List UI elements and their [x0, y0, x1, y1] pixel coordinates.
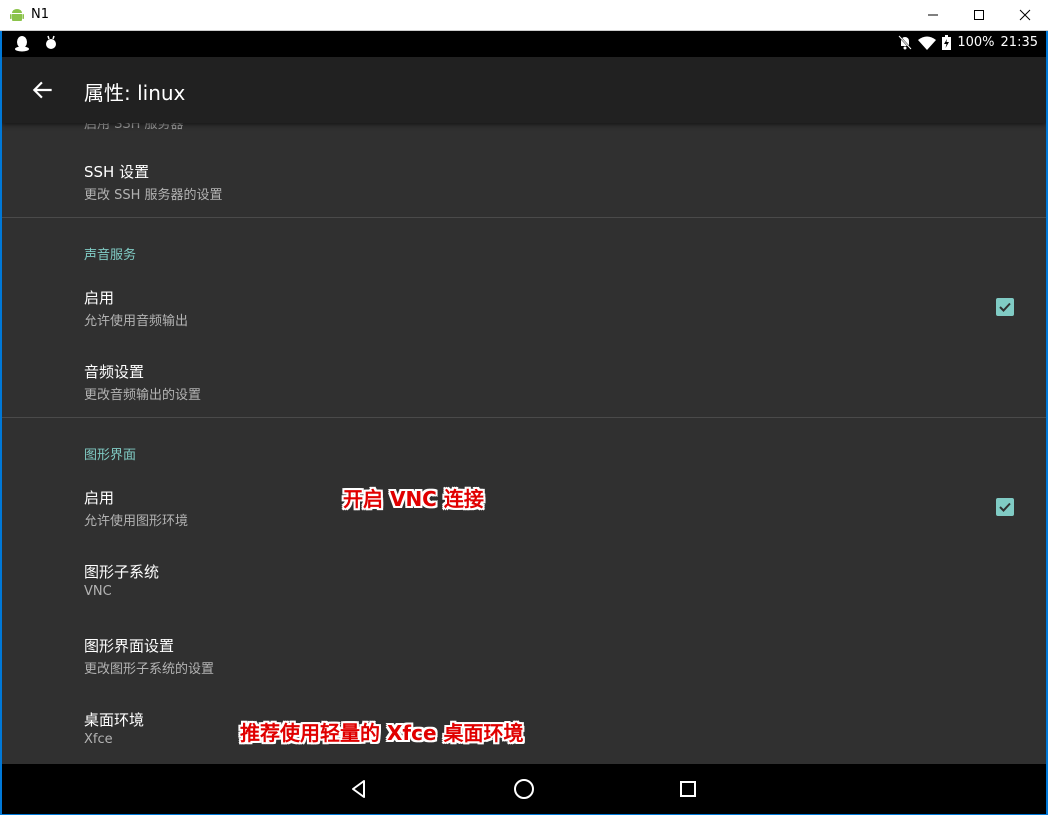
- android-debug-icon: [46, 35, 56, 49]
- pref-summary: 更改图形子系统的设置: [84, 662, 215, 677]
- pref-gui-subsystem[interactable]: 图形子系统 VNC: [2, 551, 1046, 611]
- pref-ssh-settings[interactable]: SSH 设置 更改 SSH 服务器的设置: [2, 151, 1046, 211]
- category-audio: 声音服务: [84, 248, 137, 263]
- battery-charging-icon: [942, 35, 952, 50]
- nav-recents-icon: [680, 781, 696, 797]
- pref-summary: Xfce: [84, 732, 113, 747]
- wifi-icon: [918, 36, 937, 50]
- pref-title: 音频设置: [84, 363, 145, 381]
- gui-enable-checkbox[interactable]: [996, 498, 1014, 516]
- nav-recents-button[interactable]: [673, 774, 703, 804]
- pref-summary: 更改音频输出的设置: [84, 388, 202, 403]
- clock: 21:35: [1000, 35, 1038, 50]
- minimize-button[interactable]: [910, 0, 956, 30]
- pref-desktop-env[interactable]: 桌面环境 Xfce: [2, 699, 1046, 759]
- navigation-bar: [2, 764, 1046, 814]
- divider: [2, 417, 1046, 418]
- battery-level: 100%: [957, 35, 995, 50]
- pref-gui-settings[interactable]: 图形界面设置 更改图形子系统的设置: [2, 625, 1046, 685]
- pref-summary: 更改 SSH 服务器的设置: [84, 188, 223, 203]
- annotation-vnc: 开启 VNC 连接: [343, 487, 484, 511]
- pref-audio-enable[interactable]: 启用 允许使用音频输出: [2, 277, 1046, 337]
- pref-partial-summary: 启用 SSH 服务器: [84, 123, 184, 132]
- close-icon: [1019, 9, 1031, 21]
- pref-summary: 允许使用图形环境: [84, 514, 189, 529]
- pref-gui-enable[interactable]: 启用 允许使用图形环境: [2, 477, 1046, 537]
- back-arrow-icon[interactable]: [30, 77, 56, 103]
- preference-list[interactable]: 启用 SSH 服务器 SSH 设置 更改 SSH 服务器的设置 声音服务 启用 …: [2, 123, 1046, 764]
- page-title: 属性: linux: [84, 81, 186, 105]
- qq-penguin-icon: [15, 36, 29, 52]
- pref-ssh-enable-partial[interactable]: 启用 SSH 服务器: [2, 123, 1046, 139]
- maximize-button[interactable]: [956, 0, 1002, 30]
- pref-title: 启用: [84, 289, 115, 307]
- nav-back-icon: [352, 780, 365, 798]
- pref-summary: 允许使用音频输出: [84, 314, 189, 329]
- pref-title: 图形子系统: [84, 563, 160, 581]
- audio-enable-checkbox[interactable]: [996, 298, 1014, 316]
- status-bar: 100% 21:35: [2, 31, 1046, 57]
- pref-title: 桌面环境: [84, 711, 145, 729]
- pref-summary: VNC: [84, 584, 112, 599]
- app-bar: 属性: linux: [2, 57, 1046, 123]
- nav-home-icon: [514, 779, 534, 799]
- minimize-icon: [928, 14, 938, 16]
- pref-title: 启用: [84, 489, 115, 507]
- window-title: N1: [31, 7, 49, 22]
- nav-home-button[interactable]: [509, 774, 539, 804]
- check-icon: [999, 502, 1011, 512]
- divider: [2, 217, 1046, 218]
- notifications-off-icon: [898, 35, 913, 50]
- android-app-icon: [10, 9, 24, 21]
- pref-title: SSH 设置: [84, 163, 150, 181]
- android-screen: 100% 21:35 属性: linux 启用 SSH 服务器 SSH 设置 更…: [2, 31, 1046, 814]
- category-gui: 图形界面: [84, 448, 137, 463]
- nav-back-button[interactable]: [344, 774, 374, 804]
- annotation-xfce: 推荐使用轻量的 Xfce 桌面环境: [240, 721, 524, 745]
- check-icon: [999, 302, 1011, 312]
- pref-audio-settings[interactable]: 音频设置 更改音频输出的设置: [2, 351, 1046, 411]
- close-button[interactable]: [1002, 0, 1048, 30]
- window-titlebar: N1: [0, 0, 1048, 31]
- pref-title: 图形界面设置: [84, 637, 175, 655]
- maximize-icon: [974, 10, 984, 20]
